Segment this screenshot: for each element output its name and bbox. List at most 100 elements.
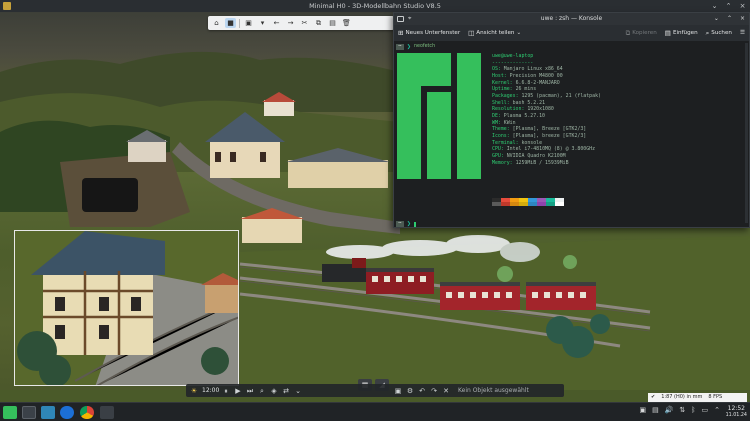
sun-icon[interactable]: ☀ (190, 387, 198, 395)
save-icon[interactable]: ▣ (243, 18, 254, 28)
audio-icon[interactable]: 🔊 (665, 406, 674, 414)
cut-icon[interactable]: ✂ (299, 18, 310, 28)
main-window-titlebar[interactable]: Minimal H0 - 3D-Modellbahn Studio V8.5 ⌄… (0, 0, 750, 12)
delete-icon[interactable]: 🗑 (341, 18, 352, 28)
prompt-arrow-icon: ❯ (406, 221, 411, 227)
hamburger-menu-icon[interactable]: ☰ (740, 30, 745, 36)
konsole-close-icon[interactable]: × (740, 13, 745, 25)
search-button[interactable]: ⌕ Suchen (706, 29, 732, 38)
info-row: Kernel: 6.6.8-2-MANJARO (492, 79, 560, 86)
screenshot-icon[interactable]: ▣ (639, 406, 646, 414)
paste-button[interactable]: ▤ Einfügen (665, 29, 698, 37)
info-row: DE: Plasma 5.27.10 (492, 112, 546, 119)
battery-icon[interactable]: ▭ (702, 406, 709, 414)
settings-icon[interactable]: ⚙ (406, 387, 414, 395)
palette-swatch (528, 202, 537, 206)
palette-swatch (510, 202, 519, 206)
konsole-maximize-icon[interactable]: ⌃ (727, 13, 732, 25)
clipboard-icon[interactable]: ▤ (652, 406, 659, 414)
minimize-icon[interactable]: ⌄ (711, 2, 718, 10)
clock[interactable]: 12:52 11.01.24 (726, 405, 747, 419)
prompt-dir: ~ (396, 43, 404, 50)
toolbar-divider (239, 18, 240, 28)
info-row: Memory: 1259MiB / 15939MiB (492, 159, 569, 166)
layers-icon[interactable]: ◈ (270, 387, 278, 395)
copy-icon: ⧉ (625, 28, 631, 37)
scale-fps-status: ✔ 1:87 (H0) in mm 8 FPS (648, 393, 747, 402)
paste-label: Einfügen (672, 30, 698, 36)
konsole-window[interactable]: ⌖ uwe : zsh — Konsole ⌄ ⌃ × ⊞ Neues Unter… (393, 12, 750, 228)
paste-icon: ▤ (664, 29, 671, 37)
palette-swatch (555, 202, 564, 206)
new-tab-icon: ⊞ (398, 29, 404, 37)
copy-button[interactable]: ⧉ Kopieren (626, 29, 657, 38)
konsole-icon (397, 16, 404, 22)
system-tray: ▣ ▤ 🔊 ⇅ ᛒ ▭ ⌃ (639, 406, 720, 414)
modellbahn-app-icon (3, 2, 11, 10)
network-icon[interactable]: ⇅ (679, 406, 685, 414)
home-icon[interactable]: ⌂ (211, 18, 222, 28)
terminal-scrollbar[interactable] (745, 43, 748, 223)
pause-icon[interactable]: ⏸ (222, 387, 230, 395)
chrome-icon[interactable] (80, 406, 94, 419)
maximize-icon[interactable]: ⌃ (725, 2, 732, 10)
info-row: Uptime: 26 mins (492, 86, 537, 93)
info-row: Icons: [Plasma], breeze [GTK2/3] (492, 132, 587, 139)
modellbahn-studio-icon[interactable] (22, 406, 36, 419)
info-row: GPU: NVIDIA Quadro K2100M (492, 152, 566, 159)
copy-icon[interactable]: ⧉ (313, 18, 324, 28)
camera-preview-inset[interactable] (14, 230, 239, 386)
info-row: Resolution: 1920x1080 (492, 106, 554, 113)
hud-close-icon[interactable]: ✕ (442, 387, 450, 395)
search-icon[interactable]: ⌕ (258, 387, 266, 395)
chevron-down-icon[interactable]: ⌄ (294, 387, 302, 395)
info-row: WM: KWin (492, 119, 516, 126)
redo-icon[interactable]: → (285, 18, 296, 28)
editor-toolbar: ⌂ ■ ▣ ▾ ← → ✂ ⧉ ▤ 🗑 (208, 16, 394, 30)
manjaro-logo (397, 53, 481, 179)
manjaro-menu-icon[interactable] (3, 406, 17, 419)
sim-time: 12:00 (202, 387, 220, 394)
info-row: Packages: 1295 (pacman), 21 (flatpak) (492, 92, 601, 99)
info-row: CPU: Intel i7-4810MQ (8) @ 3.800GHz (492, 146, 596, 153)
bluetooth-icon[interactable]: ᛒ (691, 406, 695, 414)
lock-icon[interactable]: ■ (225, 18, 236, 28)
tray-expand-icon[interactable]: ⌃ (714, 406, 720, 414)
new-tab-button[interactable]: ⊞ Neues Unterfenster (398, 29, 460, 37)
neofetch-header: uwe@uwe-laptop (492, 53, 534, 59)
split-view-icon: ◫ (468, 29, 475, 37)
terminal-area[interactable]: ~ ❯ neofetch uwe@uwe-laptop ------------… (394, 41, 749, 227)
active-prompt[interactable]: ~ ❯ (396, 221, 416, 227)
hud-redo-icon[interactable]: ↷ (430, 387, 438, 395)
konsole-minimize-icon[interactable]: ⌄ (714, 13, 719, 25)
hud-undo-icon[interactable]: ↶ (418, 387, 426, 395)
tunnel-portal (82, 178, 138, 212)
pin-icon[interactable]: ⌖ (408, 13, 411, 25)
close-icon[interactable]: × (739, 2, 746, 10)
scale-label: 1:87 (H0) in mm (661, 394, 703, 400)
fast-forward-icon[interactable]: ⏭ (246, 387, 254, 395)
fps-label: 8 FPS (708, 394, 723, 400)
split-view-button[interactable]: ◫ Ansicht teilen ⌄ (468, 29, 521, 37)
desktop: Minimal H0 - 3D-Modellbahn Studio V8.5 ⌄… (0, 0, 750, 421)
browser-blue-icon[interactable] (60, 406, 74, 419)
file-manager-icon[interactable] (41, 406, 55, 419)
prompt-dir: ~ (396, 221, 404, 227)
copy-label: Kopieren (632, 30, 657, 36)
neofetch-info: uwe@uwe-laptop -------------- OS: Manjar… (492, 53, 601, 166)
konsole-titlebar[interactable]: ⌖ uwe : zsh — Konsole ⌄ ⌃ × (394, 13, 749, 25)
check-icon: ✔ (651, 394, 656, 400)
preview-scene (15, 231, 238, 385)
train-icon[interactable] (100, 406, 114, 419)
play-icon[interactable]: ▶ (234, 387, 242, 395)
dropdown-icon[interactable]: ▾ (257, 18, 268, 28)
clock-time: 12:52 (727, 405, 745, 412)
info-row: Host: Precision M4800 00 (492, 72, 563, 79)
palette-swatch (546, 202, 555, 206)
paste-icon[interactable]: ▤ (327, 18, 338, 28)
undo-icon[interactable]: ← (271, 18, 282, 28)
hud-save-icon[interactable]: ▣ (394, 387, 402, 395)
main-window-title: Minimal H0 - 3D-Modellbahn Studio V8.5 (309, 2, 441, 10)
search-label: Suchen (711, 30, 732, 36)
shuffle-icon[interactable]: ⇄ (282, 387, 290, 395)
